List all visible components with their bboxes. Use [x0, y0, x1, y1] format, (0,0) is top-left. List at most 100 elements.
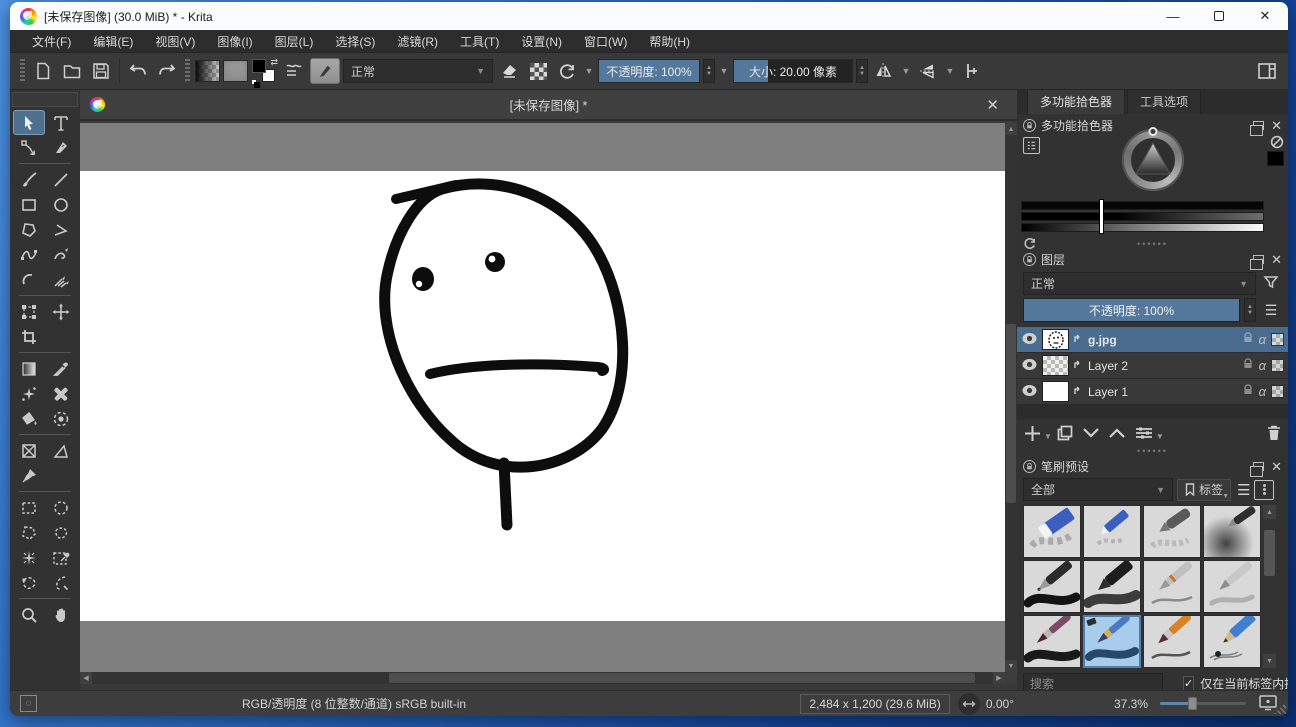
- chevron-down-icon[interactable]: ▼: [1156, 432, 1164, 441]
- brush-option-list-icon[interactable]: [281, 58, 307, 84]
- tool-bezier-select[interactable]: [13, 570, 45, 595]
- maximize-button[interactable]: [1196, 2, 1242, 30]
- tool-colorize-mask[interactable]: [13, 381, 45, 406]
- eraser-mode-icon[interactable]: [496, 58, 522, 84]
- current-color-swatch[interactable]: [1267, 151, 1284, 166]
- canvas-viewport[interactable]: [80, 123, 1005, 672]
- menu-window[interactable]: 窗口(W): [574, 31, 637, 52]
- reset-colors-icon[interactable]: [251, 79, 257, 85]
- tag-button[interactable]: 标签 ▼: [1177, 479, 1231, 501]
- tab-color-selector[interactable]: 多功能拾色器: [1027, 89, 1125, 114]
- tool-reference-images[interactable]: [13, 438, 45, 463]
- visibility-icon[interactable]: [1021, 332, 1038, 348]
- lock-icon[interactable]: [1023, 253, 1036, 266]
- canvas-document[interactable]: [80, 171, 1005, 621]
- fit-to-screen-icon[interactable]: [1258, 694, 1278, 714]
- tool-polygon-select[interactable]: [13, 520, 45, 545]
- move-layer-down-button[interactable]: [1082, 427, 1100, 439]
- hue-marker[interactable]: [1148, 127, 1157, 136]
- close-docker-icon[interactable]: ✕: [1271, 462, 1282, 472]
- layer-opacity-spinner[interactable]: ▲▼: [1244, 298, 1256, 322]
- layer-name[interactable]: Layer 2: [1088, 359, 1128, 373]
- layer-blend-mode-select[interactable]: 正常▼: [1023, 272, 1256, 295]
- alpha-lock-icon[interactable]: α: [1259, 332, 1266, 347]
- lock-icon[interactable]: [1023, 460, 1036, 473]
- zoom-percentage[interactable]: 37.3%: [1114, 697, 1148, 711]
- brush-preset-airbrush[interactable]: [1203, 505, 1261, 558]
- menu-settings[interactable]: 设置(N): [511, 31, 572, 52]
- scroll-thumb[interactable]: [1264, 530, 1275, 576]
- scroll-up-icon[interactable]: ▲: [1263, 505, 1276, 519]
- subwindow-titlebar[interactable]: [未保存图像] * ✕: [80, 90, 1017, 121]
- brush-preset-marker[interactable]: [1083, 560, 1141, 613]
- float-docker-icon[interactable]: [1253, 462, 1264, 471]
- canvas-rotation-icon[interactable]: [958, 693, 980, 715]
- selection-indicator-icon[interactable]: ◌: [20, 695, 37, 712]
- mirror-vertical-icon[interactable]: [871, 58, 897, 84]
- layer-row-layer1[interactable]: Layer 1 α: [1017, 379, 1288, 405]
- tool-enclose-fill[interactable]: [45, 406, 77, 431]
- new-document-icon[interactable]: [30, 58, 56, 84]
- opacity-slider[interactable]: 不透明度: 100%: [598, 59, 700, 83]
- layer-lock-icon[interactable]: [1242, 358, 1254, 373]
- size-spinner[interactable]: ▲▼: [856, 59, 868, 83]
- foreground-color-swatch[interactable]: [252, 59, 266, 73]
- scroll-down-icon[interactable]: ▼: [1263, 654, 1276, 668]
- brush-preset-pencil-soft[interactable]: [1203, 560, 1261, 613]
- brush-presets-header[interactable]: 笔刷预设 ✕: [1017, 457, 1288, 476]
- tool-polyline[interactable]: [45, 217, 77, 242]
- add-layer-button[interactable]: [1023, 424, 1042, 443]
- menu-tools[interactable]: 工具(T): [450, 31, 509, 52]
- tool-rect-select[interactable]: [13, 495, 45, 520]
- layer-row-layer2[interactable]: Layer 2 α: [1017, 353, 1288, 379]
- hue-ring[interactable]: [1122, 129, 1184, 191]
- visibility-icon[interactable]: [1021, 358, 1038, 374]
- close-docker-icon[interactable]: ✕: [1271, 255, 1282, 265]
- open-document-icon[interactable]: [59, 58, 85, 84]
- layer-filter-icon[interactable]: [1260, 274, 1282, 293]
- tool-move[interactable]: [45, 299, 77, 324]
- search-scope-checkbox[interactable]: ✓: [1183, 676, 1194, 691]
- tool-pin-reference[interactable]: [13, 463, 45, 488]
- tool-rectangle[interactable]: [13, 192, 45, 217]
- visibility-icon[interactable]: [1021, 384, 1038, 400]
- float-docker-icon[interactable]: [1253, 255, 1264, 264]
- presets-menu-icon[interactable]: ☰: [1237, 481, 1250, 499]
- tool-magnetic-select[interactable]: [45, 570, 77, 595]
- layer-style-icon[interactable]: [1073, 359, 1084, 373]
- inherit-alpha-icon[interactable]: [1271, 359, 1284, 372]
- layer-lock-icon[interactable]: [1242, 332, 1254, 347]
- tool-transform[interactable]: [13, 299, 45, 324]
- zoom-slider[interactable]: [1160, 702, 1246, 705]
- tool-crop[interactable]: [13, 324, 45, 349]
- layer-name[interactable]: g.jpg: [1088, 333, 1117, 347]
- close-docker-icon[interactable]: ✕: [1271, 121, 1282, 131]
- toolbox-drag-header[interactable]: [12, 92, 78, 107]
- tool-freehand-select[interactable]: [45, 520, 77, 545]
- scroll-down-icon[interactable]: ▼: [1005, 660, 1017, 672]
- brush-filter-select[interactable]: 全部▼: [1023, 478, 1173, 501]
- canvas-vertical-scrollbar[interactable]: ▲ ▼: [1005, 123, 1017, 672]
- tool-gradient[interactable]: [13, 356, 45, 381]
- chevron-down-icon[interactable]: ▼: [900, 66, 912, 76]
- chevron-down-icon[interactable]: ▼: [583, 66, 595, 76]
- menu-edit[interactable]: 编辑(E): [83, 31, 143, 52]
- layer-name[interactable]: Layer 1: [1088, 385, 1128, 399]
- tool-similar-color-select[interactable]: [13, 545, 45, 570]
- tool-color-sampler[interactable]: [45, 356, 77, 381]
- layer-thumbnail[interactable]: [1042, 381, 1069, 402]
- brush-preset-pencil-fine[interactable]: [1143, 560, 1201, 613]
- chevron-down-icon[interactable]: ▼: [1044, 432, 1052, 441]
- menu-file[interactable]: 文件(F): [22, 31, 81, 52]
- tool-freehand-brush[interactable]: [13, 167, 45, 192]
- color-component-bars[interactable]: [1021, 201, 1264, 232]
- tool-multibrush[interactable]: [45, 267, 77, 292]
- brush-preset-paint-blue-selected[interactable]: [1083, 615, 1141, 668]
- gradient-chooser[interactable]: [195, 60, 220, 82]
- brush-preset-pencil-4b[interactable]: [1203, 615, 1261, 668]
- lock-icon[interactable]: [1023, 119, 1036, 132]
- layer-style-icon[interactable]: [1073, 385, 1084, 399]
- brush-editor-button[interactable]: [310, 58, 340, 84]
- alpha-lock-icon[interactable]: α: [1259, 358, 1266, 373]
- blend-mode-select[interactable]: 正常▼: [343, 59, 493, 83]
